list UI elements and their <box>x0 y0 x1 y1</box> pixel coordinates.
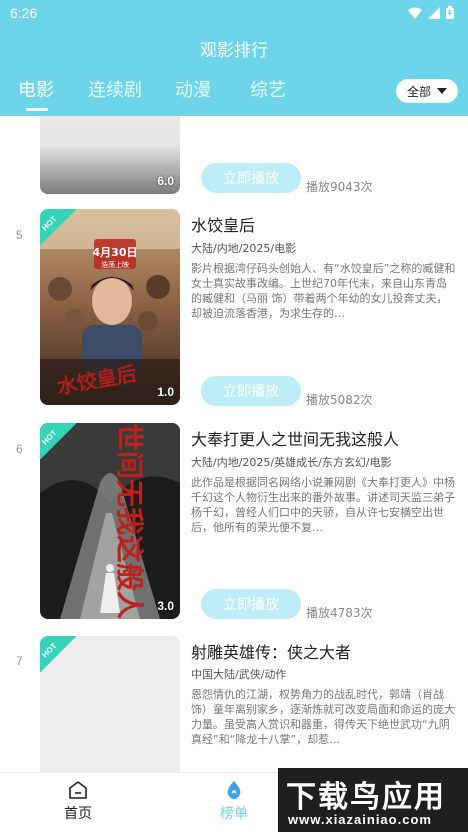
play-button[interactable]: 立即播放 <box>201 163 301 193</box>
nav-home-label: 首页 <box>64 806 92 822</box>
movie-description: 恩怨情仇的江湖，权势角力的战乱时代，郭靖（肖战 饰）童年离别家乡，逐渐炼就可改变… <box>191 688 455 746</box>
hot-badge: HOT <box>40 636 76 672</box>
ranking-list: 6.0 立即播放 播放9043次 5 4月30日 浩荡上映 水饺皇后 HOT 1… <box>0 116 468 772</box>
tab-anime[interactable]: 动漫 <box>175 76 211 102</box>
movie-tags: 中国大陆/武侠/动作 <box>191 668 287 681</box>
header: 6:26 观影排行 电影 连续剧 动漫 综艺 全部 <box>0 0 468 116</box>
home-icon <box>69 781 87 799</box>
tab-series[interactable]: 连续剧 <box>88 76 142 102</box>
battery-icon <box>446 6 454 19</box>
hot-badge: HOT <box>40 423 76 459</box>
movie-title[interactable]: 射雕英雄传：侠之大者 <box>191 639 351 663</box>
status-icons <box>408 6 454 19</box>
movie-title[interactable]: 大奉打更人之世间无我这般人 <box>191 426 399 450</box>
app-screen: 6:26 观影排行 电影 连续剧 动漫 综艺 全部 6.0 立即播放 播放904… <box>0 0 468 832</box>
play-count: 播放5082次 <box>306 393 373 407</box>
watermark-logo: 下载鸟应用 www.xiazainiao.com <box>278 768 468 832</box>
movie-tags: 大陆/内地/2025/英雄成长/东方玄幻/电影 <box>191 456 392 469</box>
status-bar: 6:26 <box>0 0 468 28</box>
poster-image[interactable]: HOT <box>40 636 180 772</box>
play-button[interactable]: 立即播放 <box>201 376 301 406</box>
active-tab-indicator <box>26 108 48 111</box>
tab-variety[interactable]: 综艺 <box>250 76 286 102</box>
poster-date-text: 4月30日 <box>93 246 138 259</box>
movie-description: 此作品是根据同名网络小说兼网剧《大奉打更人》中杨千幻这个人物衍生出来的番外故事。… <box>191 476 455 534</box>
watermark-main-text: 下载鸟应用 <box>286 780 446 815</box>
status-time: 6:26 <box>10 5 38 21</box>
movie-description: 影片根据湾仔码头创始人、有“水饺皇后”之称的臧健和女士真实故事改编。上世纪70年… <box>191 262 456 320</box>
score-label: 6.0 <box>157 174 174 188</box>
filter-dropdown[interactable]: 全部 <box>396 79 458 103</box>
page-title: 观影排行 <box>200 41 268 61</box>
tab-movie[interactable]: 电影 <box>18 76 54 102</box>
movie-title[interactable]: 水饺皇后 <box>191 212 255 236</box>
nav-ranking-label: 榜单 <box>220 806 248 822</box>
watermark-url-text: www.xiazainiao.com <box>288 812 432 827</box>
play-count: 播放4783次 <box>306 606 373 620</box>
chevron-down-icon <box>437 88 447 94</box>
poster-image[interactable]: 4月30日 浩荡上映 水饺皇后 HOT 1.0 <box>40 209 180 405</box>
wifi-icon <box>408 7 422 19</box>
ranking-icon <box>227 781 241 799</box>
poster-image[interactable]: 世间无我这般人 HOT 3.0 <box>40 423 180 619</box>
play-count: 播放9043次 <box>306 180 373 194</box>
rank-number: 5 <box>16 228 23 242</box>
rank-number: 6 <box>16 442 23 456</box>
play-button[interactable]: 立即播放 <box>201 589 301 619</box>
rank-number: 7 <box>16 654 23 668</box>
nav-ranking[interactable]: 榜单 <box>194 779 274 823</box>
poster-date-sub-text: 浩荡上映 <box>101 260 129 269</box>
hot-badge: HOT <box>40 209 76 245</box>
filter-label: 全部 <box>406 84 431 99</box>
nav-home[interactable]: 首页 <box>38 779 118 823</box>
poster-calligraphy-title: 世间无我这般人 <box>113 423 146 619</box>
movie-tags: 大陆/内地/2025/电影 <box>191 242 297 255</box>
score-label: 1.0 <box>157 385 174 399</box>
signal-icon <box>428 6 440 19</box>
score-label: 3.0 <box>157 599 174 613</box>
poster-image[interactable]: 6.0 <box>40 116 180 194</box>
